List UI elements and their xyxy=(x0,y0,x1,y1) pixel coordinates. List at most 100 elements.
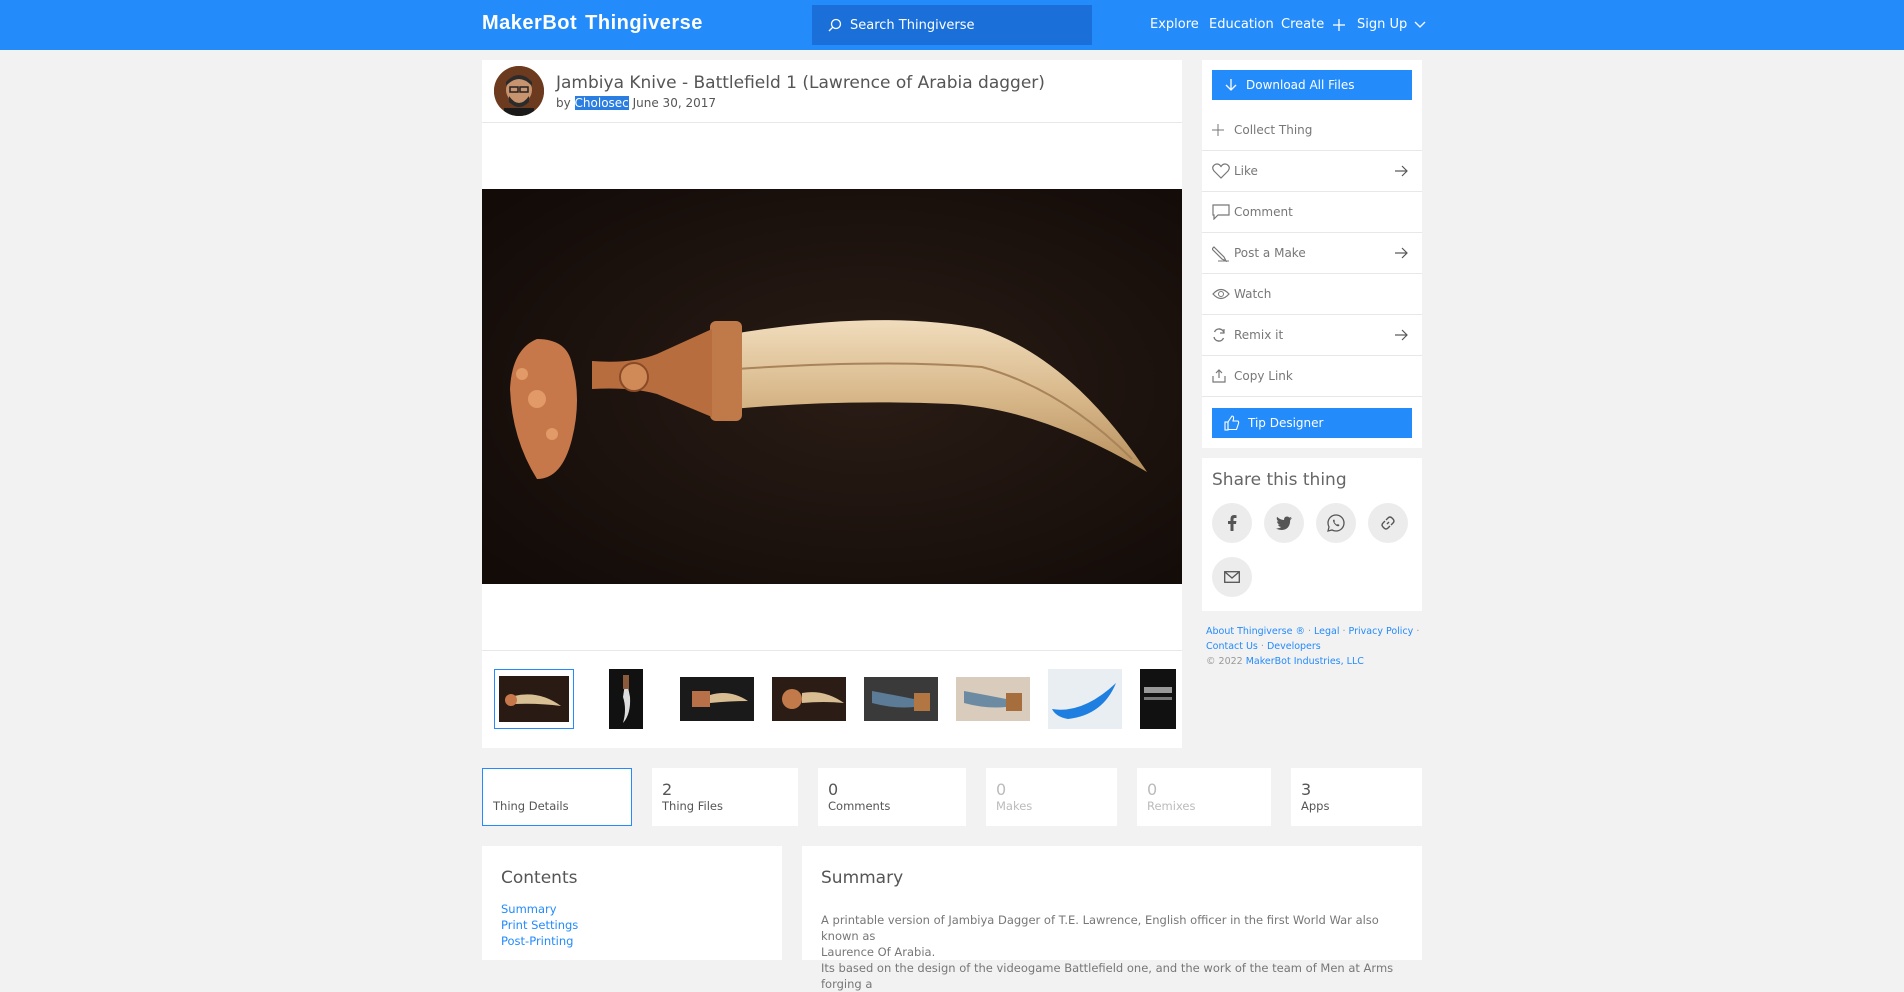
about-link[interactable]: About Thingiverse ® xyxy=(1206,626,1305,637)
tab-remixes[interactable]: 0 Remixes xyxy=(1137,768,1271,826)
contact-us-link[interactable]: Contact Us xyxy=(1206,641,1258,652)
remix-it-button[interactable]: Remix it xyxy=(1202,315,1422,356)
tab-count xyxy=(493,781,621,799)
post-a-make-button[interactable]: Post a Make xyxy=(1202,233,1422,274)
like-label: Like xyxy=(1234,164,1258,178)
thingiverse-logo[interactable]: MakerBot Thingiverse xyxy=(482,12,703,35)
tab-label: Thing Files xyxy=(662,799,723,813)
toc-post-printing-link[interactable]: Post-Printing xyxy=(501,933,578,949)
comment-icon xyxy=(1212,204,1234,220)
pencil-icon xyxy=(1212,244,1234,262)
plus-icon xyxy=(1212,124,1234,136)
copy-link-label: Copy Link xyxy=(1234,369,1293,383)
nav-explore[interactable]: Explore xyxy=(1150,17,1199,32)
thing-header: Jambiya Knive - Battlefield 1 (Lawrence … xyxy=(482,60,1182,123)
share-email-button[interactable] xyxy=(1212,557,1252,597)
watch-label: Watch xyxy=(1234,287,1272,301)
thing-actions-panel: Download All Files Collect Thing Like Co… xyxy=(1202,60,1422,448)
copyright-text: © 2022 xyxy=(1206,656,1243,667)
remix-icon xyxy=(1212,328,1234,342)
nav-explore-label: Explore xyxy=(1150,17,1199,32)
toc-summary-link[interactable]: Summary xyxy=(501,901,578,917)
toc-print-settings-link[interactable]: Print Settings xyxy=(501,917,578,933)
developers-link[interactable]: Developers xyxy=(1267,641,1321,652)
tab-label: Remixes xyxy=(1147,799,1196,813)
thumbnail[interactable] xyxy=(864,677,938,721)
author-link[interactable]: Cholosec xyxy=(574,96,629,110)
tip-designer-button[interactable]: Tip Designer xyxy=(1212,408,1412,438)
comment-label: Comment xyxy=(1234,205,1293,219)
tab-apps[interactable]: 3 Apps xyxy=(1291,768,1422,826)
summary-line: A printable version of Jambiya Dagger of… xyxy=(821,913,1379,943)
link-icon xyxy=(1381,516,1395,530)
search-input[interactable]: Search Thingiverse xyxy=(812,5,1092,45)
search-placeholder: Search Thingiverse xyxy=(850,17,975,33)
thumbnail[interactable] xyxy=(956,677,1030,721)
tab-count: 0 xyxy=(1147,780,1158,799)
summary-title: Summary xyxy=(821,868,904,888)
thumbnail[interactable] xyxy=(1048,669,1122,729)
summary-card: Summary A printable version of Jambiya D… xyxy=(802,846,1422,991)
share-title: Share this thing xyxy=(1212,470,1347,490)
watch-button[interactable]: Watch xyxy=(1202,274,1422,315)
search-icon xyxy=(828,18,842,32)
privacy-policy-link[interactable]: Privacy Policy xyxy=(1349,626,1414,637)
publish-date: June 30, 2017 xyxy=(632,96,716,110)
thumbnail[interactable] xyxy=(1140,669,1176,729)
copy-link-button[interactable]: Copy Link xyxy=(1202,356,1422,397)
comment-button[interactable]: Comment xyxy=(1202,192,1422,233)
tab-label: Thing Details xyxy=(493,799,569,813)
facebook-icon xyxy=(1228,515,1237,531)
thing-title: Jambiya Knive - Battlefield 1 (Lawrence … xyxy=(556,73,1045,93)
nav-sign-up-label: Sign Up xyxy=(1357,17,1408,32)
arrow-right-icon xyxy=(1395,329,1408,341)
legal-link[interactable]: Legal xyxy=(1314,626,1339,637)
thumbnail-strip xyxy=(482,650,1182,748)
eye-icon xyxy=(1212,288,1234,300)
share-whatsapp-button[interactable] xyxy=(1316,503,1356,543)
share-link-button[interactable] xyxy=(1368,503,1408,543)
logo-thingiverse-text: Thingiverse xyxy=(585,12,703,34)
summary-line: Its based on the design of the videogame… xyxy=(821,961,1394,991)
arrow-right-icon xyxy=(1395,165,1408,177)
email-icon xyxy=(1224,571,1240,583)
download-all-files-label: Download All Files xyxy=(1246,78,1355,92)
image-viewer xyxy=(482,123,1182,650)
tab-comments[interactable]: 0 Comments xyxy=(818,768,966,826)
top-navbar: MakerBot Thingiverse Search Thingiverse E… xyxy=(0,0,1904,50)
tab-count: 2 xyxy=(662,780,673,799)
share-twitter-button[interactable] xyxy=(1264,503,1304,543)
thumbnail[interactable] xyxy=(609,669,643,729)
nav-create-label: Create xyxy=(1281,17,1325,32)
tab-label: Makes xyxy=(996,799,1033,813)
author-avatar[interactable] xyxy=(494,66,544,116)
share-upload-icon xyxy=(1212,369,1234,383)
thumbnail[interactable] xyxy=(680,677,754,721)
collect-thing-button[interactable]: Collect Thing xyxy=(1202,110,1422,151)
avatar-image xyxy=(494,66,544,116)
like-button[interactable]: Like xyxy=(1202,151,1422,192)
nav-education[interactable]: Education xyxy=(1209,17,1274,32)
share-panel: Share this thing xyxy=(1202,458,1422,611)
thumbs-up-icon xyxy=(1224,415,1240,431)
company-link[interactable]: MakerBot Industries, LLC xyxy=(1246,656,1364,667)
share-facebook-button[interactable] xyxy=(1212,503,1252,543)
nav-sign-up[interactable]: Sign Up xyxy=(1357,17,1426,32)
summary-line: Laurence Of Arabia. xyxy=(821,945,936,959)
tab-makes[interactable]: 0 Makes xyxy=(986,768,1117,826)
tab-thing-files[interactable]: 2 Thing Files xyxy=(652,768,798,826)
nav-create[interactable]: Create xyxy=(1281,17,1346,32)
heart-icon xyxy=(1212,163,1234,179)
tab-count: 3 xyxy=(1301,780,1312,799)
download-all-files-button[interactable]: Download All Files xyxy=(1212,70,1412,100)
chevron-down-icon xyxy=(1414,21,1426,28)
thing-byline: by Cholosec June 30, 2017 xyxy=(556,96,716,110)
main-thing-image[interactable] xyxy=(482,189,1182,584)
table-of-contents: Summary Print Settings Post-Printing xyxy=(501,901,578,949)
tab-count: 0 xyxy=(996,780,1007,799)
tab-thing-details[interactable]: Thing Details xyxy=(482,768,632,826)
collect-thing-label: Collect Thing xyxy=(1234,123,1313,137)
thumbnail[interactable] xyxy=(772,677,846,721)
thumbnail[interactable] xyxy=(494,669,574,729)
post-a-make-label: Post a Make xyxy=(1234,246,1306,260)
